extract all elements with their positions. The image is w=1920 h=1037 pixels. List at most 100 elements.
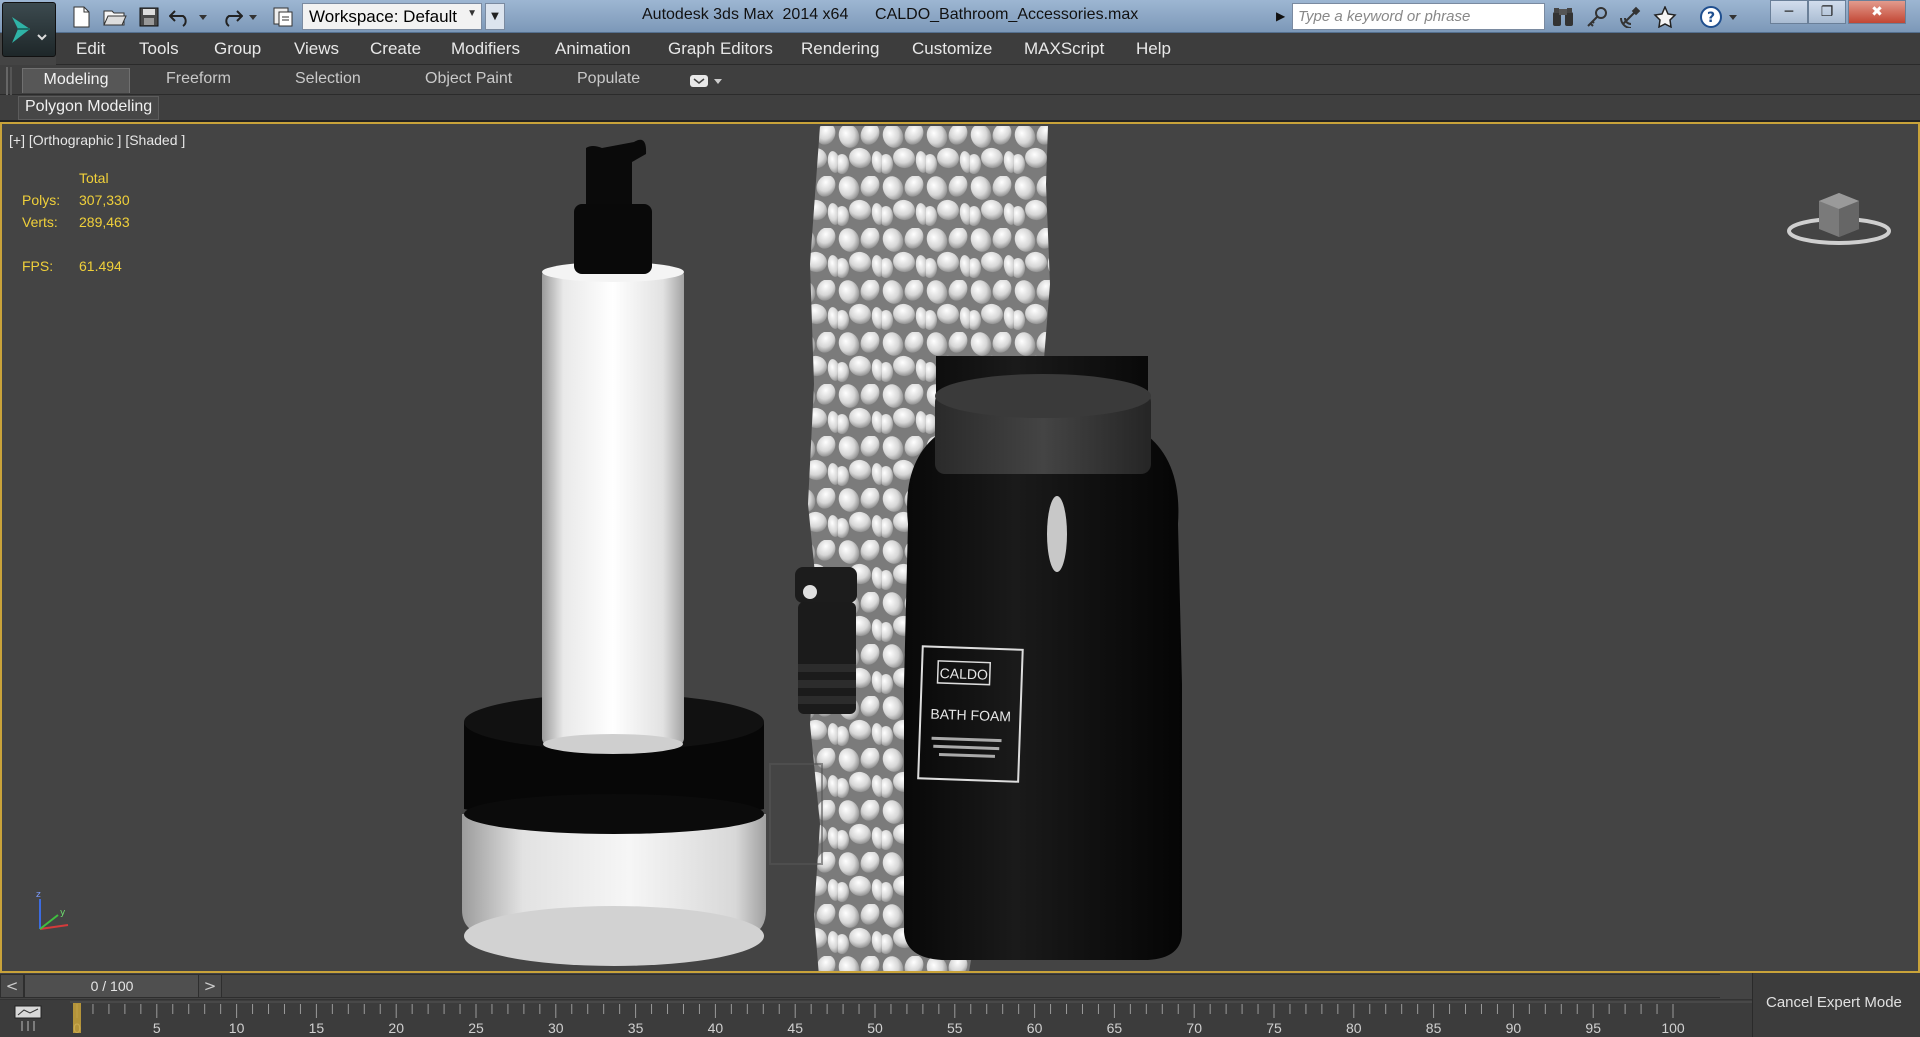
polys-value: 307,330: [79, 192, 130, 208]
max-logo-icon: [12, 17, 47, 43]
save-icon[interactable]: [136, 4, 162, 30]
ruler-tick-label: 10: [229, 1020, 245, 1036]
ruler-tick-label: 75: [1266, 1020, 1282, 1036]
quick-access-dropdown[interactable]: ▼: [485, 3, 505, 30]
window-title: Autodesk 3ds Max 2014 x64 CALDO_Bathroom…: [642, 6, 1139, 23]
star-icon[interactable]: [1652, 4, 1678, 30]
application-menu-button[interactable]: [2, 2, 56, 57]
ruler-tick-label: 100: [1661, 1020, 1685, 1036]
tab-selection[interactable]: Selection: [285, 68, 371, 93]
polys-label: Polys:: [22, 192, 61, 208]
undo-dropdown-icon[interactable]: [196, 4, 210, 30]
ruler-tick-label: 25: [468, 1020, 484, 1036]
ribbon-options-icon[interactable]: [690, 73, 726, 92]
menu-create[interactable]: Create: [370, 39, 421, 59]
tab-object-paint[interactable]: Object Paint: [415, 68, 522, 93]
redo-icon[interactable]: [218, 4, 244, 30]
title-bar: Workspace: Default ▼ ▼ Autodesk 3ds Max …: [0, 0, 1920, 33]
label-product: BATH FOAM: [930, 706, 1011, 725]
ruler-tick-label: 70: [1186, 1020, 1202, 1036]
curve-editor-icon[interactable]: [14, 1005, 46, 1033]
open-file-icon[interactable]: [102, 4, 128, 30]
polygon-modeling-panel[interactable]: Polygon Modeling: [18, 96, 160, 120]
trackbar: 0510152025303540455055606570758085909510…: [0, 973, 1920, 1037]
fps-label: FPS:: [22, 258, 54, 274]
viewport-orthographic[interactable]: CALDO BATH FOAM [+] [Orthographic ] [Sha…: [0, 122, 1920, 973]
restore-icon: ❐: [1820, 4, 1834, 20]
menu-views[interactable]: Views: [294, 39, 339, 59]
redo-dropdown-icon[interactable]: [246, 4, 260, 30]
axis-tripod-icon: z y: [36, 890, 69, 930]
svg-text:?: ?: [1707, 10, 1715, 26]
search-expand-icon[interactable]: ▶: [1276, 9, 1285, 23]
project-folder-icon[interactable]: [270, 4, 296, 30]
chevron-down-icon: ▼: [467, 8, 477, 19]
ruler-tick-label: 95: [1585, 1020, 1601, 1036]
time-slider-thumb[interactable]: 0 / 100: [24, 974, 200, 998]
ruler-tick-label: 90: [1506, 1020, 1522, 1036]
cancel-expert-mode-button[interactable]: Cancel Expert Mode: [1766, 994, 1902, 1011]
scene-render: CALDO BATH FOAM: [462, 126, 1182, 971]
stats-header: Total: [79, 170, 109, 186]
ruler-tick-label: 15: [309, 1020, 325, 1036]
binoculars-icon[interactable]: [1550, 4, 1576, 30]
viewcube-icon[interactable]: [1787, 179, 1891, 249]
search-input[interactable]: Type a keyword or phrase: [1292, 3, 1545, 30]
ribbon-tab-bar: Modeling Freeform Selection Object Paint…: [0, 65, 1920, 122]
menu-modifiers[interactable]: Modifiers: [451, 39, 520, 59]
menu-customize[interactable]: Customize: [912, 39, 992, 59]
svg-text:z: z: [36, 890, 41, 900]
ruler-tick-label: 35: [628, 1020, 644, 1036]
satellite-icon[interactable]: [1618, 4, 1644, 30]
ruler-tick-label: 40: [708, 1020, 724, 1036]
ruler-tick-label: 50: [867, 1020, 883, 1036]
undo-icon[interactable]: [168, 4, 194, 30]
restore-button[interactable]: ❐: [1808, 0, 1846, 24]
help-dropdown-icon[interactable]: [1726, 4, 1740, 30]
ruler-tick-label: 20: [388, 1020, 404, 1036]
svg-text:y: y: [60, 908, 66, 918]
viewport-label[interactable]: [+] [Orthographic ] [Shaded ]: [9, 132, 185, 148]
menu-bar: Edit Tools Group Views Create Modifiers …: [56, 33, 1920, 65]
label-brand: CALDO: [939, 665, 988, 683]
frame-ruler[interactable]: 0510152025303540455055606570758085909510…: [70, 1000, 1752, 1037]
search-placeholder: Type a keyword or phrase: [1298, 8, 1471, 25]
workspace-label: Workspace: Default: [309, 7, 458, 26]
menu-edit[interactable]: Edit: [76, 39, 105, 59]
tab-modeling[interactable]: Modeling: [22, 68, 130, 93]
tab-freeform[interactable]: Freeform: [156, 68, 241, 93]
menu-graph-editors[interactable]: Graph Editors: [668, 39, 773, 59]
ruler-tick-label: 55: [947, 1020, 963, 1036]
close-button[interactable]: ✖: [1848, 0, 1906, 24]
verts-value: 289,463: [79, 214, 130, 230]
ruler-tick-label: 5: [153, 1020, 161, 1036]
minimize-icon: ─: [1784, 4, 1794, 20]
tab-populate[interactable]: Populate: [567, 68, 650, 93]
ruler-tick-label: 45: [787, 1020, 803, 1036]
ruler-tick-label: 65: [1107, 1020, 1123, 1036]
key-icon[interactable]: [1584, 4, 1610, 30]
menu-tools[interactable]: Tools: [139, 39, 179, 59]
menu-group[interactable]: Group: [214, 39, 261, 59]
menu-help[interactable]: Help: [1136, 39, 1171, 59]
time-slider-bar: < 0 / 100 >: [0, 973, 1920, 1000]
menu-maxscript[interactable]: MAXScript: [1024, 39, 1104, 59]
menu-rendering[interactable]: Rendering: [801, 39, 879, 59]
verts-label: Verts:: [22, 214, 58, 230]
help-icon[interactable]: ?: [1698, 4, 1724, 30]
time-next-button[interactable]: >: [198, 974, 222, 998]
close-icon: ✖: [1871, 4, 1883, 20]
workspace-dropdown[interactable]: Workspace: Default ▼: [302, 3, 482, 30]
minimize-button[interactable]: ─: [1770, 0, 1808, 24]
ruler-tick-label: 30: [548, 1020, 564, 1036]
current-frame-marker[interactable]: [73, 1003, 81, 1033]
time-prev-button[interactable]: <: [0, 974, 24, 998]
ruler-tick-label: 85: [1426, 1020, 1442, 1036]
time-slider-track[interactable]: [200, 974, 1720, 998]
ruler-tick-label: 60: [1027, 1020, 1043, 1036]
new-file-icon[interactable]: [68, 4, 94, 30]
menu-animation[interactable]: Animation: [555, 39, 631, 59]
ribbon-panel: Polygon Modeling: [0, 95, 1920, 122]
fps-value: 61.494: [79, 258, 122, 274]
ruler-tick-label: 80: [1346, 1020, 1362, 1036]
